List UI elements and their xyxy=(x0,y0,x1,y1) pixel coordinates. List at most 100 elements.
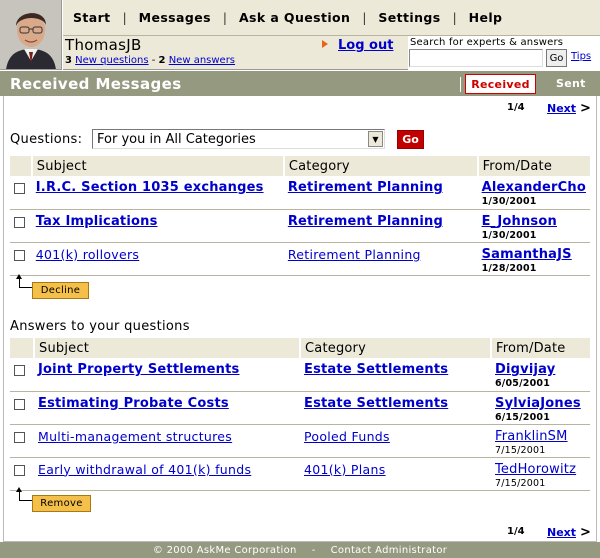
category-cell: Retirement Planning xyxy=(283,242,478,276)
subject-link[interactable]: Early withdrawal of 401(k) funds xyxy=(38,462,251,477)
row-checkbox-cell xyxy=(10,242,32,276)
messages-panel: 1/4 Next > Questions: For you in All Cat… xyxy=(3,96,597,542)
tab-received[interactable]: Received xyxy=(460,74,536,94)
main-nav: Start | Messages | Ask a Question | Sett… xyxy=(63,0,600,36)
contact-admin-link[interactable]: Contact Administrator xyxy=(331,545,448,556)
nav-messages[interactable]: Messages xyxy=(139,10,211,25)
category-select[interactable]: For you in All Categories ▼ xyxy=(92,129,385,149)
next-page-link[interactable]: Next xyxy=(547,526,576,539)
table-row: Estimating Probate Costs Estate Settleme… xyxy=(10,391,590,425)
tips-link[interactable]: Tips xyxy=(571,51,591,62)
table-header-row: Subject Category From/Date xyxy=(10,156,590,176)
category-link[interactable]: Pooled Funds xyxy=(304,429,390,444)
row-checkbox-cell xyxy=(10,424,34,458)
next-page-link[interactable]: Next xyxy=(547,102,576,115)
nav-separator: | xyxy=(362,10,367,25)
avatar xyxy=(0,0,62,70)
subject-link[interactable]: 401(k) rollovers xyxy=(36,247,139,262)
summary-separator: - xyxy=(151,55,156,66)
row-checkbox[interactable] xyxy=(14,431,25,443)
category-link[interactable]: Estate Settlements xyxy=(304,396,448,411)
corner-arrow-icon xyxy=(16,274,33,288)
sender-link[interactable]: AlexanderCho xyxy=(482,180,586,195)
category-link[interactable]: Retirement Planning xyxy=(288,180,443,195)
category-link[interactable]: Estate Settlements xyxy=(304,362,448,377)
pager-top: 1/4 Next > xyxy=(507,101,591,116)
row-checkbox[interactable] xyxy=(14,216,25,228)
row-checkbox-cell xyxy=(10,391,34,425)
row-checkbox-cell xyxy=(10,457,34,491)
search-input[interactable] xyxy=(409,49,543,67)
filter-go-button[interactable]: Go xyxy=(397,130,424,149)
from-cell: AlexanderCho 1/30/2001 xyxy=(477,176,590,210)
header-subject: Subject xyxy=(34,338,301,358)
page-title-bar: Received Messages Received Sent xyxy=(0,71,600,96)
nav-settings[interactable]: Settings xyxy=(378,10,440,25)
category-select-value: For you in All Categories xyxy=(97,132,256,147)
subject-cell: Joint Property Settlements xyxy=(34,358,300,392)
table-row: Joint Property Settlements Estate Settle… xyxy=(10,358,590,392)
decline-button[interactable]: Decline xyxy=(32,282,89,299)
sender-link[interactable]: Digvijay xyxy=(495,362,555,377)
footer-separator: - xyxy=(311,544,316,556)
logout-link[interactable]: Log out xyxy=(338,38,393,53)
answers-section-title: Answers to your questions xyxy=(10,319,190,334)
sender-link[interactable]: E_Johnson xyxy=(482,214,557,229)
top-bar: Start | Messages | Ask a Question | Sett… xyxy=(0,0,600,70)
sender-link[interactable]: SylviaJones xyxy=(495,396,581,411)
nav-start[interactable]: Start xyxy=(73,10,111,25)
page-title: Received Messages xyxy=(10,75,182,93)
new-questions-link[interactable]: New questions xyxy=(75,55,148,66)
row-checkbox[interactable] xyxy=(14,183,25,194)
header-checkbox-col xyxy=(10,156,33,176)
row-checkbox[interactable] xyxy=(14,464,25,476)
from-cell: SylviaJones 6/15/2001 xyxy=(491,391,590,425)
chevron-down-icon[interactable]: ▼ xyxy=(368,131,383,147)
table-row: Tax Implications Retirement Planning E_J… xyxy=(10,209,590,243)
footer: © 2000 AskMe Corporation - Contact Admin… xyxy=(0,542,600,558)
row-checkbox[interactable] xyxy=(14,249,25,261)
sender-link[interactable]: FranklinSM xyxy=(495,429,568,444)
date: 1/30/2001 xyxy=(481,196,537,207)
subject-link[interactable]: Tax Implications xyxy=(36,214,158,229)
search-go-button[interactable]: Go xyxy=(546,49,567,67)
header-checkbox-col xyxy=(10,338,35,358)
user-bar: ThomasJB 3 New questions - 2 New answers… xyxy=(63,36,600,70)
header-from-date: From/Date xyxy=(477,156,590,176)
remove-button[interactable]: Remove xyxy=(32,495,91,512)
subject-link[interactable]: Joint Property Settlements xyxy=(38,362,240,377)
subject-link[interactable]: I.R.C. Section 1035 exchanges xyxy=(36,180,264,195)
category-cell: Retirement Planning xyxy=(283,209,478,243)
arrow-right-icon xyxy=(322,40,328,48)
subject-cell: Early withdrawal of 401(k) funds xyxy=(34,457,300,491)
nav-separator: | xyxy=(222,10,227,25)
category-link[interactable]: 401(k) Plans xyxy=(304,462,386,477)
questions-filter: Questions: For you in All Categories ▼ G… xyxy=(10,129,590,149)
row-checkbox[interactable] xyxy=(14,365,25,376)
subject-link[interactable]: Estimating Probate Costs xyxy=(38,396,229,411)
sender-link[interactable]: TedHorowitz xyxy=(495,462,576,477)
from-cell: E_Johnson 1/30/2001 xyxy=(477,209,590,243)
category-cell: Retirement Planning xyxy=(283,176,478,210)
chevron-right-icon: > xyxy=(580,101,591,116)
category-link[interactable]: Retirement Planning xyxy=(288,214,443,229)
chevron-right-icon: > xyxy=(580,525,591,540)
nav-separator: | xyxy=(452,10,457,25)
subject-link[interactable]: Multi-management structures xyxy=(38,429,232,444)
subject-cell: 401(k) rollovers xyxy=(31,242,284,276)
from-cell: TedHorowitz 7/15/2001 xyxy=(491,457,590,491)
page-indicator: 1/4 xyxy=(507,102,525,113)
pager-bottom: 1/4 Next > xyxy=(507,525,591,540)
row-checkbox[interactable] xyxy=(14,398,25,410)
header-category: Category xyxy=(300,338,492,358)
nav-ask-question[interactable]: Ask a Question xyxy=(239,10,350,25)
sender-link[interactable]: SamanthaJS xyxy=(482,247,572,262)
header-subject: Subject xyxy=(31,156,285,176)
nav-help[interactable]: Help xyxy=(469,10,503,25)
tab-sent[interactable]: Sent xyxy=(556,77,586,90)
new-answers-link[interactable]: New answers xyxy=(169,55,235,66)
table-row: Early withdrawal of 401(k) funds 401(k) … xyxy=(10,457,590,491)
new-questions-count: 3 xyxy=(65,55,72,66)
subject-cell: I.R.C. Section 1035 exchanges xyxy=(31,176,284,210)
category-link[interactable]: Retirement Planning xyxy=(288,247,421,262)
